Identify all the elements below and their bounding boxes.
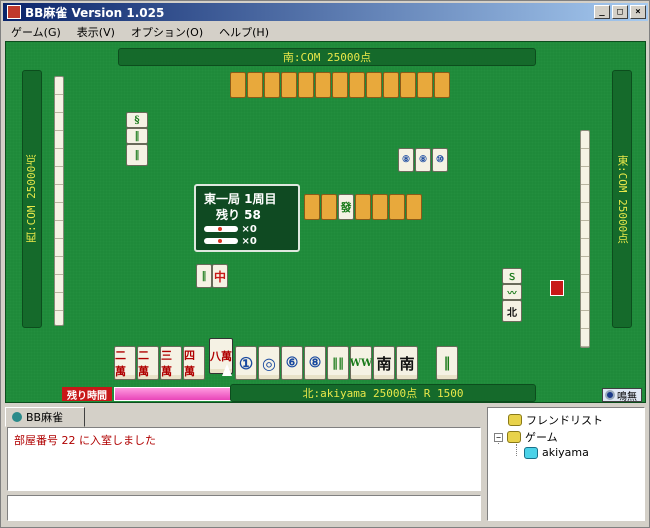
mouse-cursor-icon [222, 364, 232, 376]
seat-top-label: 南:COM 25000点 [118, 48, 536, 66]
app-icon [7, 5, 21, 19]
seat-bottom-label: 北:akiyama 25000点 R 1500 [230, 384, 536, 402]
tile-back [315, 72, 331, 98]
app-window: BB麻雀 Version 1.025 _ □ × ゲーム(G) 表示(V) オプ… [0, 0, 650, 528]
hand-tile[interactable]: ‖‖ [327, 346, 349, 380]
menu-help[interactable]: ヘルプ(H) [211, 22, 277, 40]
left-upper-discard: ‖ [126, 128, 148, 144]
tree-node-label: ゲーム [525, 431, 558, 444]
hand-tile[interactable]: 南 [373, 346, 395, 380]
chat-input[interactable] [7, 495, 481, 521]
top-right-discard: ⑩ [432, 148, 448, 172]
collapse-icon[interactable]: − [494, 432, 503, 442]
hand-tile[interactable]: ⑧ [304, 346, 326, 380]
minimize-button[interactable]: _ [594, 5, 610, 19]
hand-tile[interactable]: WW [350, 346, 372, 380]
naki-label: 鳴無 [617, 391, 637, 403]
tile-back [298, 72, 314, 98]
hand-tile[interactable]: 二萬 [114, 346, 136, 380]
chat-message: 部屋番号 22 に入室しました [14, 434, 156, 447]
remaining-tiles: 残り 58 [216, 208, 261, 222]
mahjong-table: 南:COM 25000点 西:COM 25000点 東:COM 25000点 §… [5, 41, 646, 403]
close-button[interactable]: × [630, 5, 646, 19]
top-right-discard: ⑧ [398, 148, 414, 172]
left-discard: ‖ [196, 264, 212, 288]
hand-tile[interactable]: ⑥ [281, 346, 303, 380]
wall-tile [372, 194, 388, 220]
round-info-panel: 東一局 1周目 残り 58 ×0 ×0 [194, 184, 300, 252]
game-icon [507, 431, 521, 443]
naki-toggle[interactable]: 鳴無 [602, 388, 642, 403]
tile-back [383, 72, 399, 98]
hand-tile[interactable]: 南 [396, 346, 418, 380]
menu-game[interactable]: ゲーム(G) [3, 22, 69, 40]
friends-icon [508, 414, 522, 426]
tile-back [332, 72, 348, 98]
tile-back [366, 72, 382, 98]
tile-back [264, 72, 280, 98]
hand-tile[interactable]: 二萬 [137, 346, 159, 380]
tile-back [417, 72, 433, 98]
tab-label: BB麻雀 [26, 411, 64, 424]
riichi-stick-icon [204, 226, 238, 232]
window-title: BB麻雀 Version 1.025 [25, 5, 165, 20]
hand-tile[interactable]: ◎ [258, 346, 280, 380]
tile-back [400, 72, 416, 98]
wall-tile [355, 194, 371, 220]
seat-right-label: 東:COM 25000点 [612, 70, 632, 328]
dora-indicator-tile: 發 [338, 194, 354, 220]
left-hand-stack [54, 76, 64, 326]
menu-bar: ゲーム(G) 表示(V) オプション(O) ヘルプ(H) [3, 22, 277, 40]
maximize-button[interactable]: □ [612, 5, 628, 19]
right-hand-stack [580, 130, 590, 348]
riichi-stick-count: ×0 [241, 224, 257, 235]
naki-status-icon [605, 390, 615, 400]
left-discard: 中 [212, 264, 228, 288]
top-right-discard: ⑧ [415, 148, 431, 172]
friend-tree[interactable]: フレンドリスト − ゲーム akiyama [487, 407, 645, 521]
menu-options[interactable]: オプション(O) [123, 22, 211, 40]
wall-tile [406, 194, 422, 220]
drawn-tile[interactable]: ‖ [436, 346, 458, 380]
seat-left-label: 西:COM 25000点 [22, 70, 42, 328]
tree-node-friends[interactable]: フレンドリスト [508, 412, 603, 428]
tile-back [434, 72, 450, 98]
tile-back [281, 72, 297, 98]
honba-stick-icon [204, 238, 238, 244]
wall-tile [321, 194, 337, 220]
wall-tile [389, 194, 405, 220]
tree-node-label: フレンドリスト [526, 414, 603, 427]
tree-node-player[interactable]: akiyama [524, 446, 589, 459]
right-discard: 〰 [502, 284, 522, 300]
timer-label: 残り時間 [62, 387, 112, 402]
menu-view[interactable]: 表示(V) [69, 22, 123, 40]
title-bar[interactable]: BB麻雀 Version 1.025 _ □ × [3, 3, 648, 21]
right-discard: Ｓ [502, 268, 522, 284]
globe-icon [12, 412, 22, 422]
tree-node-label: akiyama [542, 446, 589, 459]
chat-log[interactable]: 部屋番号 22 に入室しました [7, 427, 481, 491]
hand-tile[interactable]: 四萬 [183, 346, 205, 380]
wall-tile [304, 194, 320, 220]
hand-tile[interactable]: 三萬 [160, 346, 182, 380]
tile-back [349, 72, 365, 98]
left-upper-discard: § [126, 112, 148, 128]
left-upper-discard: ‖ [126, 144, 148, 166]
dealer-marker-icon [550, 280, 564, 296]
round-label: 東一局 1周目 [204, 192, 277, 206]
tile-back [230, 72, 246, 98]
tree-node-game[interactable]: − ゲーム [494, 429, 558, 445]
tab-bbmahjong[interactable]: BB麻雀 [5, 407, 85, 427]
hand-tile[interactable]: ① [235, 346, 257, 380]
player-icon [524, 446, 538, 459]
right-discard: 北 [502, 300, 522, 322]
honba-stick-count: ×0 [241, 236, 257, 247]
tile-back [247, 72, 263, 98]
